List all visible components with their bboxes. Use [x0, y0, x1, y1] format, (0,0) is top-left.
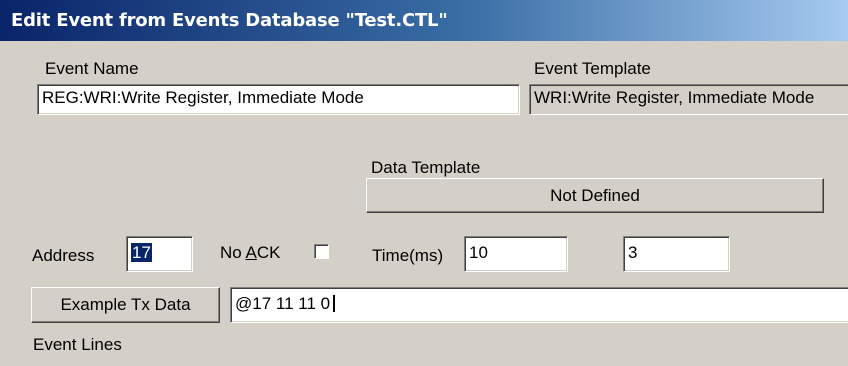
address-value: 17 — [131, 243, 152, 262]
event-lines-label: Event Lines — [33, 335, 122, 354]
event-template-label: Event Template — [534, 59, 651, 78]
example-tx-data-value: @17 11 11 0 — [235, 294, 331, 313]
address-field[interactable]: 17 — [126, 236, 193, 272]
no-ack-checkbox[interactable] — [314, 244, 329, 259]
example-tx-data-field[interactable]: @17 11 11 0 — [230, 287, 848, 323]
event-template-field: WRI:Write Register, Immediate Mode — [529, 84, 848, 115]
time-label: Time(ms) — [372, 246, 444, 265]
address-label: Address — [32, 246, 95, 265]
data-template-button[interactable]: Not Defined — [366, 178, 824, 213]
window-title: Edit Event from Events Database "Test.CT… — [0, 0, 848, 41]
time-second-field[interactable]: 3 — [623, 236, 730, 272]
event-name-field[interactable]: REG:WRI:Write Register, Immediate Mode — [37, 84, 520, 115]
example-tx-data-button[interactable]: Example Tx Data — [31, 287, 220, 323]
data-template-label: Data Template — [371, 158, 481, 177]
no-ack-label: No ACK — [220, 243, 281, 262]
text-cursor — [333, 295, 336, 312]
time-field[interactable]: 10 — [464, 236, 568, 272]
event-name-label: Event Name — [45, 59, 139, 78]
